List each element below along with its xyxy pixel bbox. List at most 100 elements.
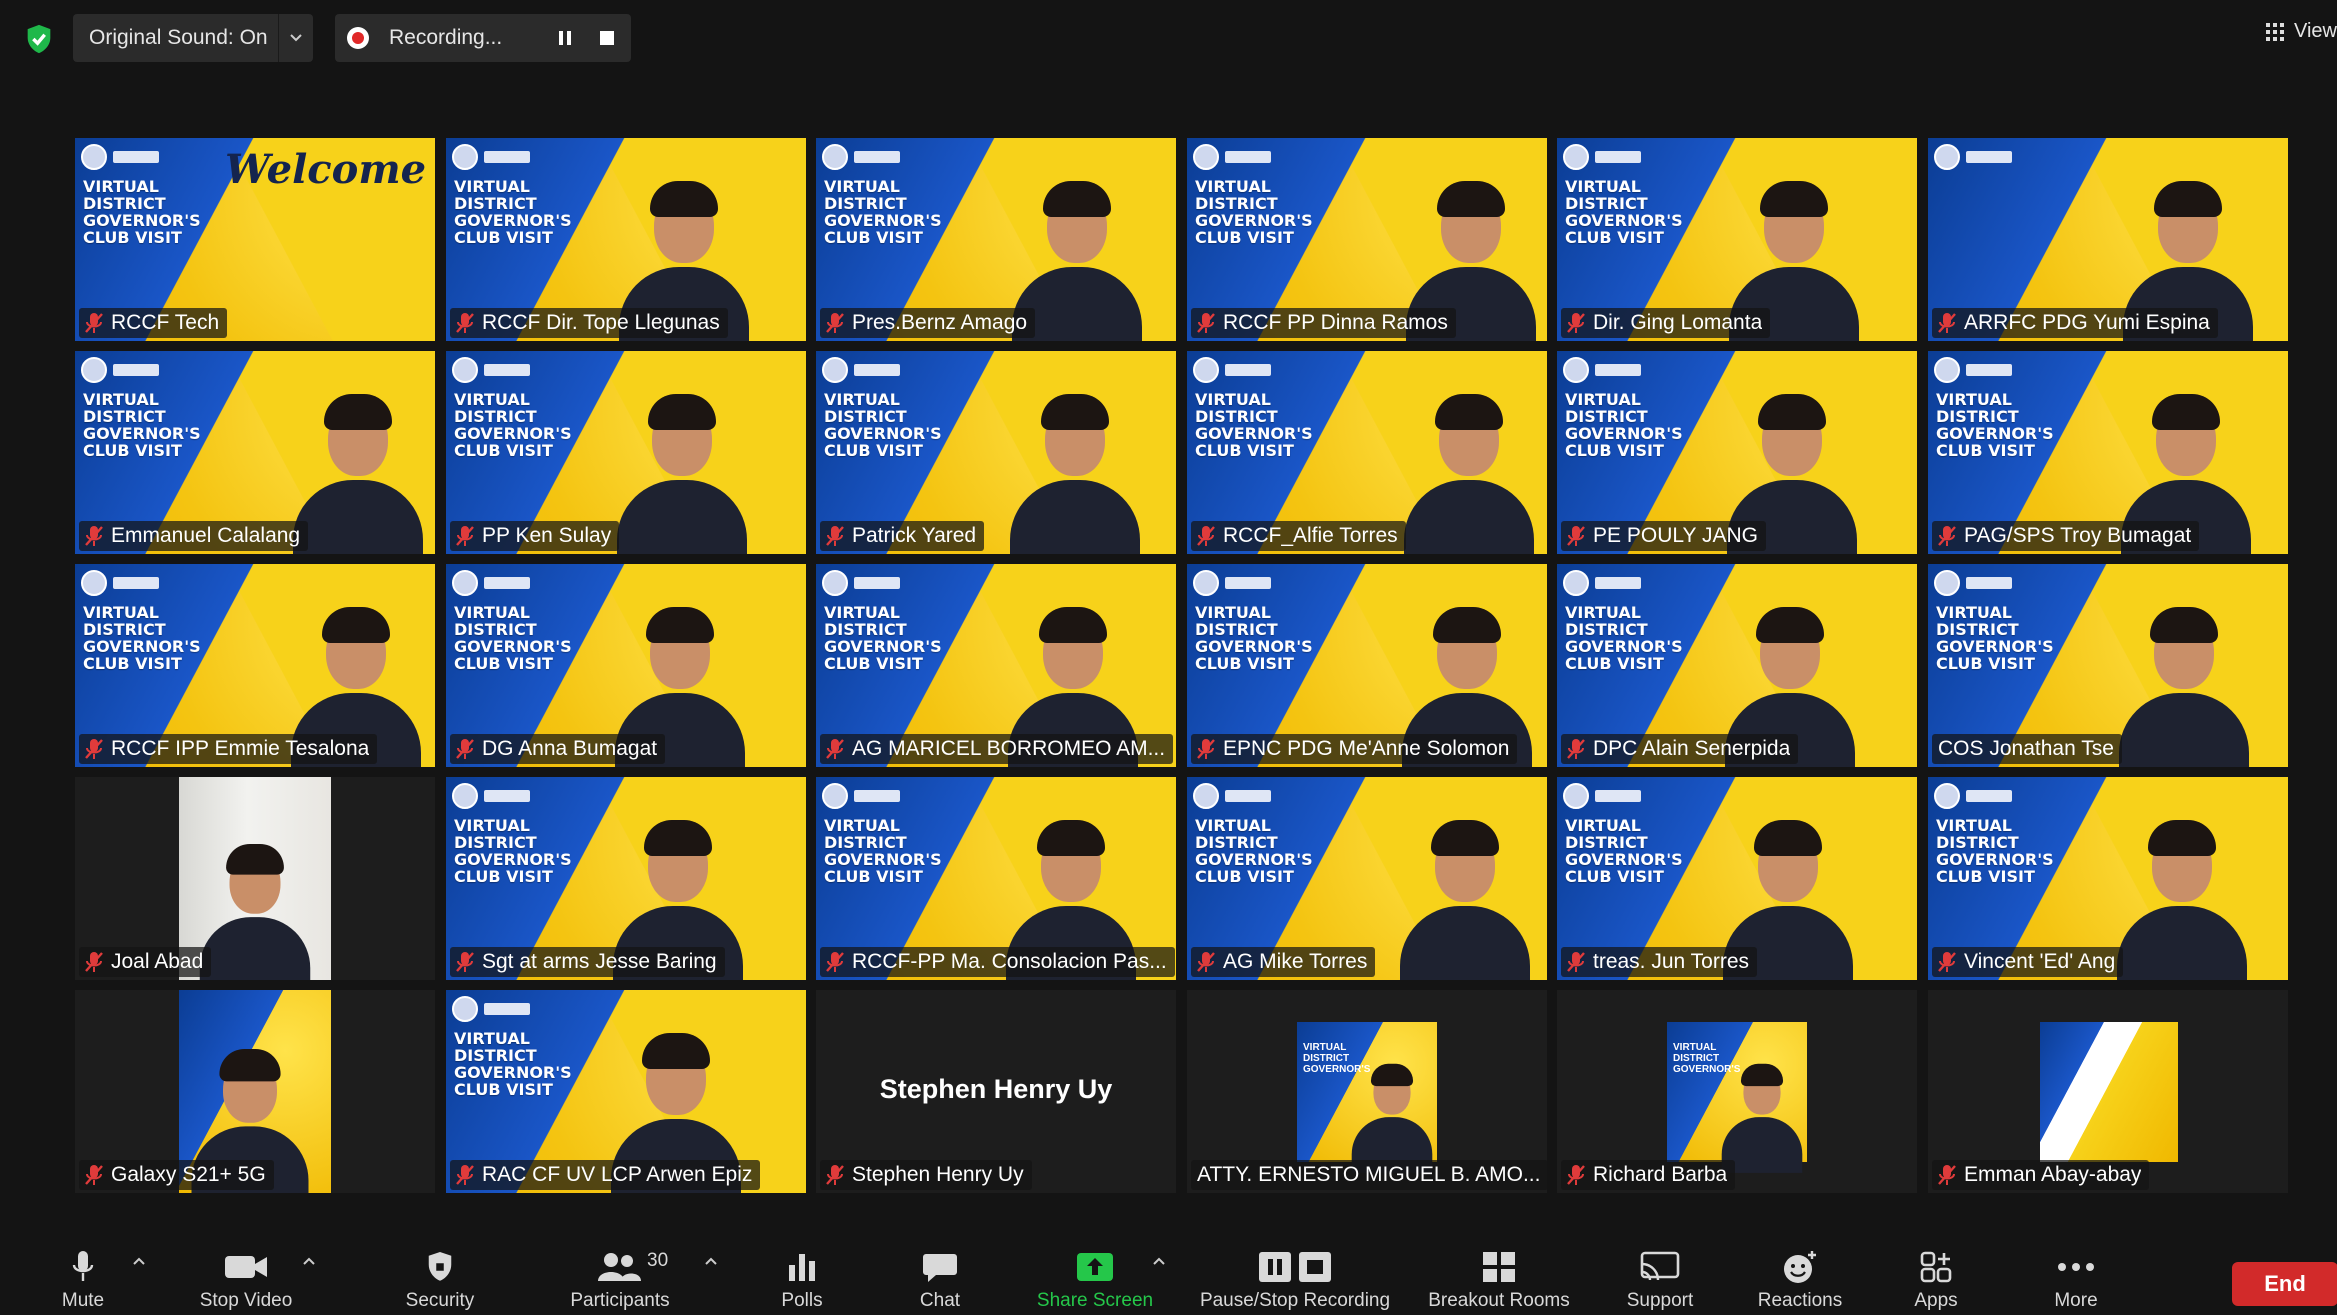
video-tile[interactable]: VIRTUAL DISTRICT GOVERNOR'S ATTY. ERNESTO… [1187, 990, 1547, 1193]
participant-video [1404, 384, 1534, 554]
rotary-logo [1934, 357, 2012, 383]
video-tile[interactable]: Emman Abay-abay [1928, 990, 2288, 1193]
participant-name-label: AG MARICEL BORROMEO AM... [820, 734, 1174, 764]
pause-recording-button[interactable] [547, 20, 583, 56]
video-tile[interactable]: VIRTUAL DISTRICT GOVERNOR'S CLUB VISIT Vi… [1928, 777, 2288, 980]
rotary-logo [452, 996, 530, 1022]
video-tile[interactable]: VIRTUAL DISTRICT GOVERNOR'S CLUB VISIT AG… [816, 564, 1176, 767]
video-tile[interactable]: VIRTUAL DISTRICT GOVERNOR'S CLUB VISIT RC… [1187, 351, 1547, 554]
rotary-logo [1934, 783, 2012, 809]
chevron-down-icon[interactable] [278, 14, 313, 62]
participants-icon [598, 1253, 641, 1281]
video-tile[interactable]: VIRTUAL DISTRICT GOVERNOR'S CLUB VISIT RA… [446, 990, 806, 1193]
participant-name-label: PE POULY JANG [1561, 521, 1766, 551]
muted-microphone-icon [456, 526, 474, 546]
muted-microphone-icon [826, 952, 844, 972]
participants-options-chevron-icon[interactable] [704, 1256, 718, 1266]
security-shield-icon [428, 1252, 452, 1281]
poster-text: VIRTUAL DISTRICT GOVERNOR'S CLUB VISIT [454, 603, 572, 673]
share-screen-button[interactable]: Share Screen [1030, 1248, 1160, 1312]
participant-name: PAG/SPS Troy Bumagat [1964, 524, 2192, 547]
video-options-chevron-icon[interactable] [302, 1256, 316, 1266]
video-tile[interactable]: VIRTUAL DISTRICT GOVERNOR'S CLUB VISIT AG… [1187, 777, 1547, 980]
poster-text: VIRTUAL DISTRICT GOVERNOR'S CLUB VISIT [1565, 603, 1683, 673]
rotary-logo [822, 357, 900, 383]
video-tile[interactable]: VIRTUAL DISTRICT GOVERNOR'S CLUB VISIT PE… [1557, 351, 1917, 554]
video-tile[interactable]: VIRTUAL DISTRICT GOVERNOR'S CLUB VISIT PA… [1928, 351, 2288, 554]
poster-text: VIRTUAL DISTRICT GOVERNOR'S CLUB VISIT [454, 1029, 572, 1099]
video-tile[interactable]: VIRTUAL DISTRICT GOVERNOR'S CLUB VISIT RC… [75, 564, 435, 767]
participant-name-label: Vincent 'Ed' Ang [1932, 947, 2124, 977]
reactions-button[interactable]: Reactions [1752, 1248, 1848, 1312]
video-tile[interactable]: VIRTUAL DISTRICT GOVERNOR'S CLUB VISIT RC… [1187, 138, 1547, 341]
muted-microphone-icon [456, 313, 474, 333]
participant-name: Dir. Ging Lomanta [1593, 311, 1763, 334]
participant-name-label: RCCF Tech [79, 308, 228, 338]
poster-text: VIRTUAL DISTRICT GOVERNOR'S CLUB VISIT [824, 603, 942, 673]
rotary-logo [81, 570, 159, 596]
video-tile[interactable]: VIRTUAL DISTRICT GOVERNOR'S Richard Barba [1557, 990, 1917, 1193]
participant-name-label: Galaxy S21+ 5G [79, 1160, 274, 1190]
chat-bubble-icon [923, 1254, 957, 1282]
pause-stop-recording-icon [1259, 1252, 1331, 1282]
video-tile[interactable]: Stephen Henry Uy Stephen Henry Uy [816, 990, 1176, 1193]
rotary-logo [452, 783, 530, 809]
video-tile[interactable]: VIRTUAL DISTRICT GOVERNOR'S CLUB VISIT PP… [446, 351, 806, 554]
muted-microphone-icon [85, 1165, 103, 1185]
muted-microphone-icon [1567, 952, 1585, 972]
gallery-grid: VIRTUAL DISTRICT GOVERNOR'S CLUB VISIT We… [75, 138, 2290, 1193]
participant-name: Sgt at arms Jesse Baring [482, 950, 717, 973]
video-tile[interactable]: ARRFC PDG Yumi Espina [1928, 138, 2288, 341]
participant-video [1010, 384, 1140, 554]
view-button[interactable]: View [2266, 20, 2337, 43]
video-tile[interactable]: VIRTUAL DISTRICT GOVERNOR'S CLUB VISIT CO… [1928, 564, 2288, 767]
video-tile[interactable]: VIRTUAL DISTRICT GOVERNOR'S CLUB VISIT Sg… [446, 777, 806, 980]
video-tile[interactable]: VIRTUAL DISTRICT GOVERNOR'S CLUB VISIT RC… [446, 138, 806, 341]
participant-name: Stephen Henry Uy [852, 1163, 1024, 1186]
poster-text: VIRTUAL DISTRICT GOVERNOR'S CLUB VISIT [1565, 390, 1683, 460]
apps-button[interactable]: Apps [1906, 1248, 1966, 1312]
participant-name-label: Emman Abay-abay [1932, 1160, 2150, 1190]
rotary-logo [822, 570, 900, 596]
video-tile[interactable]: VIRTUAL DISTRICT GOVERNOR'S CLUB VISIT Em… [75, 351, 435, 554]
rotary-logo [1563, 783, 1641, 809]
video-tile[interactable]: VIRTUAL DISTRICT GOVERNOR'S CLUB VISIT DP… [1557, 564, 1917, 767]
muted-microphone-icon [456, 1165, 474, 1185]
recording-label: Recording... [389, 26, 503, 49]
poster-text: VIRTUAL DISTRICT GOVERNOR'S CLUB VISIT [1936, 603, 2054, 673]
participant-name-label: PP Ken Sulay [450, 521, 620, 551]
polls-button[interactable]: Polls [770, 1248, 834, 1312]
rotary-logo [1193, 570, 1271, 596]
mute-button[interactable]: Mute [48, 1248, 118, 1312]
stop-recording-button[interactable] [589, 20, 625, 56]
video-tile[interactable]: VIRTUAL DISTRICT GOVERNOR'S CLUB VISIT Di… [1557, 138, 1917, 341]
more-button[interactable]: More [2046, 1248, 2106, 1312]
video-camera-icon [225, 1256, 267, 1278]
pause-stop-recording-button[interactable]: Pause/Stop Recording [1190, 1248, 1400, 1312]
original-sound-dropdown[interactable]: Original Sound: On [73, 14, 313, 62]
participant-name: EPNC PDG Me'Anne Solomon [1223, 737, 1510, 760]
participant-name-label: DG Anna Bumagat [450, 734, 666, 764]
rotary-logo [81, 357, 159, 383]
video-tile[interactable]: VIRTUAL DISTRICT GOVERNOR'S CLUB VISIT tr… [1557, 777, 1917, 980]
stop-video-label: Stop Video [199, 1290, 293, 1311]
chat-button[interactable]: Chat [910, 1248, 970, 1312]
video-tile[interactable]: Joal Abad [75, 777, 435, 980]
encryption-shield-icon[interactable] [22, 22, 56, 56]
recording-indicator: Recording... [335, 14, 631, 62]
video-tile[interactable]: VIRTUAL DISTRICT GOVERNOR'S CLUB VISIT DG… [446, 564, 806, 767]
video-tile[interactable]: VIRTUAL DISTRICT GOVERNOR'S CLUB VISIT We… [75, 138, 435, 341]
video-tile[interactable]: VIRTUAL DISTRICT GOVERNOR'S CLUB VISIT Pa… [816, 351, 1176, 554]
video-tile[interactable]: VIRTUAL DISTRICT GOVERNOR'S CLUB VISIT Pr… [816, 138, 1176, 341]
video-tile[interactable]: VIRTUAL DISTRICT GOVERNOR'S CLUB VISIT EP… [1187, 564, 1547, 767]
video-tile[interactable]: VIRTUAL DISTRICT GOVERNOR'S CLUB VISIT RC… [816, 777, 1176, 980]
end-meeting-button[interactable]: End [2232, 1262, 2337, 1306]
muted-microphone-icon [456, 739, 474, 759]
support-button[interactable]: Support [1620, 1248, 1700, 1312]
security-button[interactable]: Security [390, 1248, 490, 1312]
stop-video-button[interactable]: Stop Video [186, 1248, 306, 1312]
share-options-chevron-icon[interactable] [1152, 1256, 1166, 1266]
breakout-rooms-button[interactable]: Breakout Rooms [1424, 1248, 1574, 1312]
mute-options-chevron-icon[interactable] [132, 1256, 146, 1266]
video-tile[interactable]: Galaxy S21+ 5G [75, 990, 435, 1193]
